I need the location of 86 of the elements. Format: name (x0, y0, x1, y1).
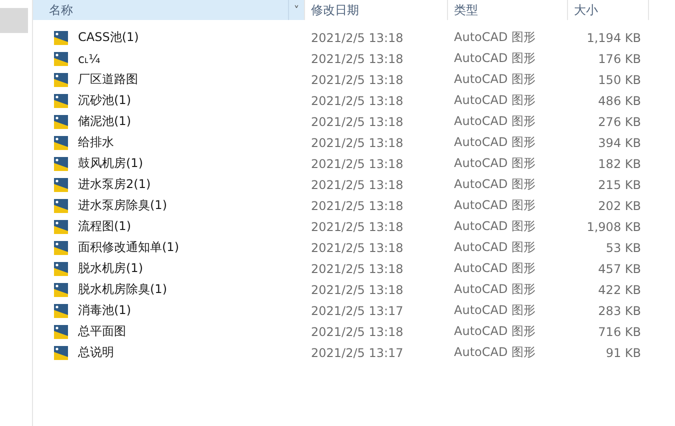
file-name[interactable]: c˪¼ (72, 52, 100, 66)
file-name[interactable]: 沉砂池(1) (72, 92, 131, 109)
modified-date: 2021/2/5 13:18 (310, 72, 404, 86)
file-type: AutoCAD 图形 (453, 323, 537, 340)
file-name[interactable]: 脱水机房除臭(1) (72, 281, 167, 298)
file-size: 457 KB (598, 262, 642, 276)
modified-date: 2021/2/5 13:18 (310, 262, 404, 276)
column-header[interactable]: 类型 (448, 0, 568, 20)
nav-highlight (0, 8, 28, 33)
file-size: 215 KB (598, 178, 642, 192)
drawing-file-icon (53, 324, 69, 340)
drawing-file-icon (53, 30, 69, 46)
drawing-file-icon (53, 72, 69, 88)
column-header[interactable]: 修改日期 (305, 0, 448, 20)
modified-date: 2021/2/5 13:17 (310, 346, 404, 360)
file-size: 176 KB (598, 52, 642, 66)
file-type: AutoCAD 图形 (453, 155, 537, 172)
file-name[interactable]: 脱水机房(1) (72, 260, 143, 277)
file-size: 1,908 KB (586, 220, 642, 234)
drawing-file-icon (53, 176, 69, 192)
file-name[interactable]: 鼓风机房(1) (72, 155, 143, 172)
modified-date: 2021/2/5 13:18 (310, 324, 404, 338)
modified-date: 2021/2/5 13:18 (310, 156, 404, 170)
file-size: 394 KB (598, 136, 642, 150)
file-size: 716 KB (598, 324, 642, 338)
file-type: AutoCAD 图形 (453, 92, 537, 109)
file-name[interactable]: 进水泵房除臭(1) (72, 197, 167, 214)
modified-date: 2021/2/5 13:18 (310, 30, 404, 44)
modified-date: 2021/2/5 13:18 (310, 52, 404, 66)
drawing-file-icon (53, 92, 69, 108)
file-name[interactable]: CASS池(1) (72, 29, 139, 46)
file-name[interactable]: 进水泵房2(1) (72, 176, 151, 193)
file-type: AutoCAD 图形 (453, 71, 537, 88)
drawing-file-icon (53, 114, 69, 130)
file-type: AutoCAD 图形 (453, 29, 537, 46)
drawing-file-icon (53, 50, 69, 66)
file-type: AutoCAD 图形 (453, 344, 537, 361)
file-type: AutoCAD 图形 (453, 302, 537, 319)
file-type: AutoCAD 图形 (453, 281, 537, 298)
file-name[interactable]: 厂区道路图 (72, 71, 138, 88)
modified-date: 2021/2/5 13:18 (310, 282, 404, 296)
column-header[interactable]: 大小 (568, 0, 649, 20)
file-size: 276 KB (598, 114, 642, 128)
drawing-file-icon (53, 198, 69, 214)
file-size: 1,194 KB (586, 30, 642, 44)
drawing-file-icon (53, 260, 69, 276)
file-size: 422 KB (598, 282, 642, 296)
drawing-file-icon (53, 218, 69, 234)
file-name[interactable]: 给排水 (72, 134, 114, 151)
file-name[interactable]: 总平面图 (72, 323, 126, 340)
column-header[interactable]: 名称 ˅ (33, 0, 305, 20)
file-size: 91 KB (606, 346, 642, 360)
modified-date: 2021/2/5 13:17 (310, 304, 404, 318)
modified-date: 2021/2/5 13:18 (310, 240, 404, 254)
file-name[interactable]: 储泥池(1) (72, 113, 131, 130)
sort-caret[interactable]: ˅ (288, 0, 304, 20)
file-type: AutoCAD 图形 (453, 113, 537, 130)
file-name[interactable]: 消毒池(1) (72, 302, 131, 319)
file-type: AutoCAD 图形 (453, 239, 537, 256)
drawing-file-icon (53, 302, 69, 318)
file-name[interactable]: 面积修改通知单(1) (72, 239, 179, 256)
file-size: 202 KB (598, 198, 642, 212)
file-type: AutoCAD 图形 (453, 218, 537, 235)
drawing-file-icon (53, 240, 69, 256)
drawing-file-icon (53, 134, 69, 150)
modified-date: 2021/2/5 13:18 (310, 178, 404, 192)
file-type: AutoCAD 图形 (453, 176, 537, 193)
file-name[interactable]: 流程图(1) (72, 218, 131, 235)
modified-date: 2021/2/5 13:18 (310, 220, 404, 234)
file-type: AutoCAD 图形 (453, 197, 537, 214)
file-size: 182 KB (598, 156, 642, 170)
modified-date: 2021/2/5 13:18 (310, 136, 404, 150)
drawing-file-icon (53, 282, 69, 298)
file-type: AutoCAD 图形 (453, 50, 537, 67)
file-size: 283 KB (598, 304, 642, 318)
drawing-file-icon (53, 156, 69, 172)
file-type: AutoCAD 图形 (453, 134, 537, 151)
modified-date: 2021/2/5 13:18 (310, 94, 404, 108)
drawing-file-icon (53, 344, 69, 360)
file-type: AutoCAD 图形 (453, 260, 537, 277)
file-name[interactable]: 总说明 (72, 344, 114, 361)
file-size: 486 KB (598, 94, 642, 108)
modified-date: 2021/2/5 13:18 (310, 198, 404, 212)
modified-date: 2021/2/5 13:18 (310, 114, 404, 128)
file-size: 150 KB (598, 72, 642, 86)
file-size: 53 KB (606, 240, 642, 254)
